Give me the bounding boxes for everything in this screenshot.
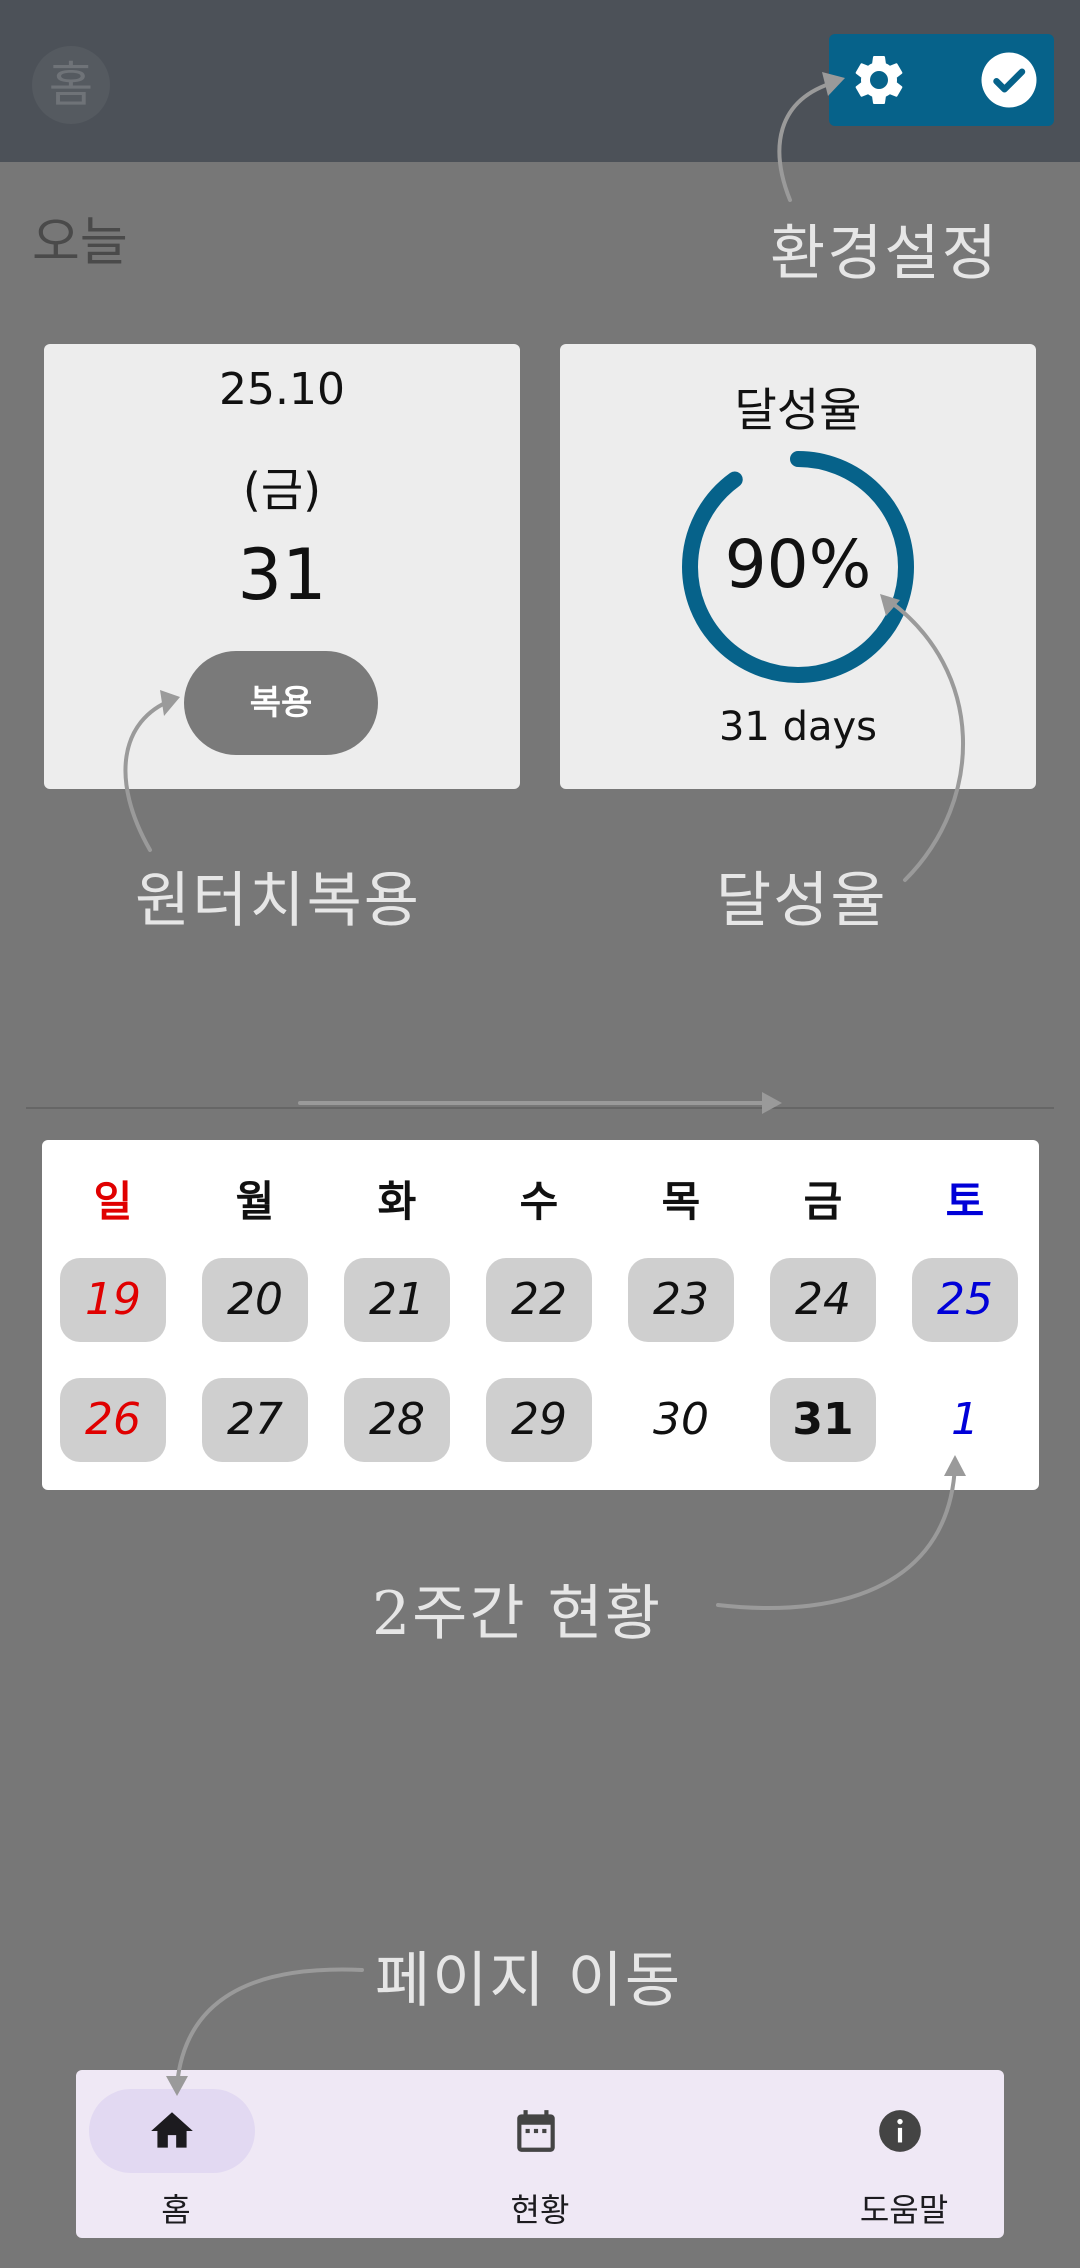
nav-label-home: 홈 (161, 2191, 191, 2229)
home-icon (151, 2112, 193, 2148)
date-weekday: (금) (242, 463, 322, 517)
calendar-day[interactable]: 26 (60, 1378, 166, 1462)
weekday-header: 일 월 화 수 목 금 토 (42, 1168, 1039, 1228)
calendar-day[interactable]: 23 (628, 1258, 734, 1342)
calendar-day-today[interactable]: 31 (770, 1378, 876, 1462)
take-medicine-button[interactable]: 복용 (184, 651, 378, 755)
calendar-day[interactable]: 28 (344, 1378, 450, 1462)
divider (26, 1107, 1054, 1109)
gear-icon[interactable] (849, 50, 909, 110)
nav-item-help[interactable]: 도움말 (804, 2070, 1004, 2238)
calendar-day[interactable]: 19 (60, 1258, 166, 1342)
settings-toolbar (829, 34, 1054, 126)
annotation-page-move: 페이지 이동 (375, 1946, 683, 2016)
two-week-calendar: 일 월 화 수 목 금 토 19 20 21 22 23 24 25 26 27 28 29 30 31… (42, 1140, 1039, 1490)
app-bar: 홈 (0, 0, 1080, 162)
weekday-wed: 수 (519, 1177, 559, 1226)
annotation-two-weeks: 2주간 현황 (372, 1579, 663, 1649)
calendar-icon (517, 2110, 555, 2152)
page-title: 홈 (32, 46, 110, 124)
nav-item-home[interactable]: 홈 (76, 2070, 276, 2238)
date-year-month: 25.10 (219, 364, 345, 415)
arrow-page-move (175, 1967, 364, 2087)
weekday-sat: 토 (945, 1177, 985, 1226)
weekday-sun: 일 (93, 1177, 133, 1226)
calendar-day[interactable]: 29 (486, 1378, 592, 1462)
nav-label-help: 도움말 (859, 2191, 949, 2229)
weekday-mon: 월 (235, 1177, 275, 1226)
today-date-card: 25.10 (금) 31 복용 (44, 344, 520, 789)
info-icon (879, 2110, 921, 2152)
annotation-rate: 달성율 (716, 866, 888, 936)
achievement-rate-card: 달성율 90% 31 days (560, 344, 1036, 789)
calendar-day[interactable]: 25 (912, 1258, 1018, 1342)
annotation-arrows (123, 72, 966, 2096)
nav-item-status[interactable]: 현황 (440, 2070, 640, 2238)
weekday-thu: 목 (661, 1177, 701, 1226)
rate-days: 31 days (718, 704, 878, 750)
rate-title: 달성율 (734, 383, 862, 437)
date-day: 31 (237, 534, 327, 616)
annotation-one-touch: 원터치복용 (135, 866, 421, 936)
calendar-day[interactable]: 24 (770, 1258, 876, 1342)
calendar-day[interactable]: 30 (628, 1378, 734, 1462)
calendar-day[interactable]: 21 (344, 1258, 450, 1342)
weekday-tue: 화 (377, 1177, 417, 1226)
today-heading: 오늘 (32, 213, 128, 273)
calendar-day[interactable]: 1 (912, 1378, 1018, 1462)
nav-label-status: 현황 (510, 2191, 570, 2229)
calendar-day[interactable]: 27 (202, 1378, 308, 1462)
rate-value: 90% (724, 526, 872, 603)
weekday-fri: 금 (803, 1177, 843, 1226)
calendar-day[interactable]: 20 (202, 1258, 308, 1342)
annotation-settings: 환경설정 (770, 219, 999, 289)
check-circle-icon[interactable] (979, 50, 1039, 110)
bottom-navigation: 홈 현황 도움말 (76, 2070, 1004, 2238)
calendar-day[interactable]: 22 (486, 1258, 592, 1342)
